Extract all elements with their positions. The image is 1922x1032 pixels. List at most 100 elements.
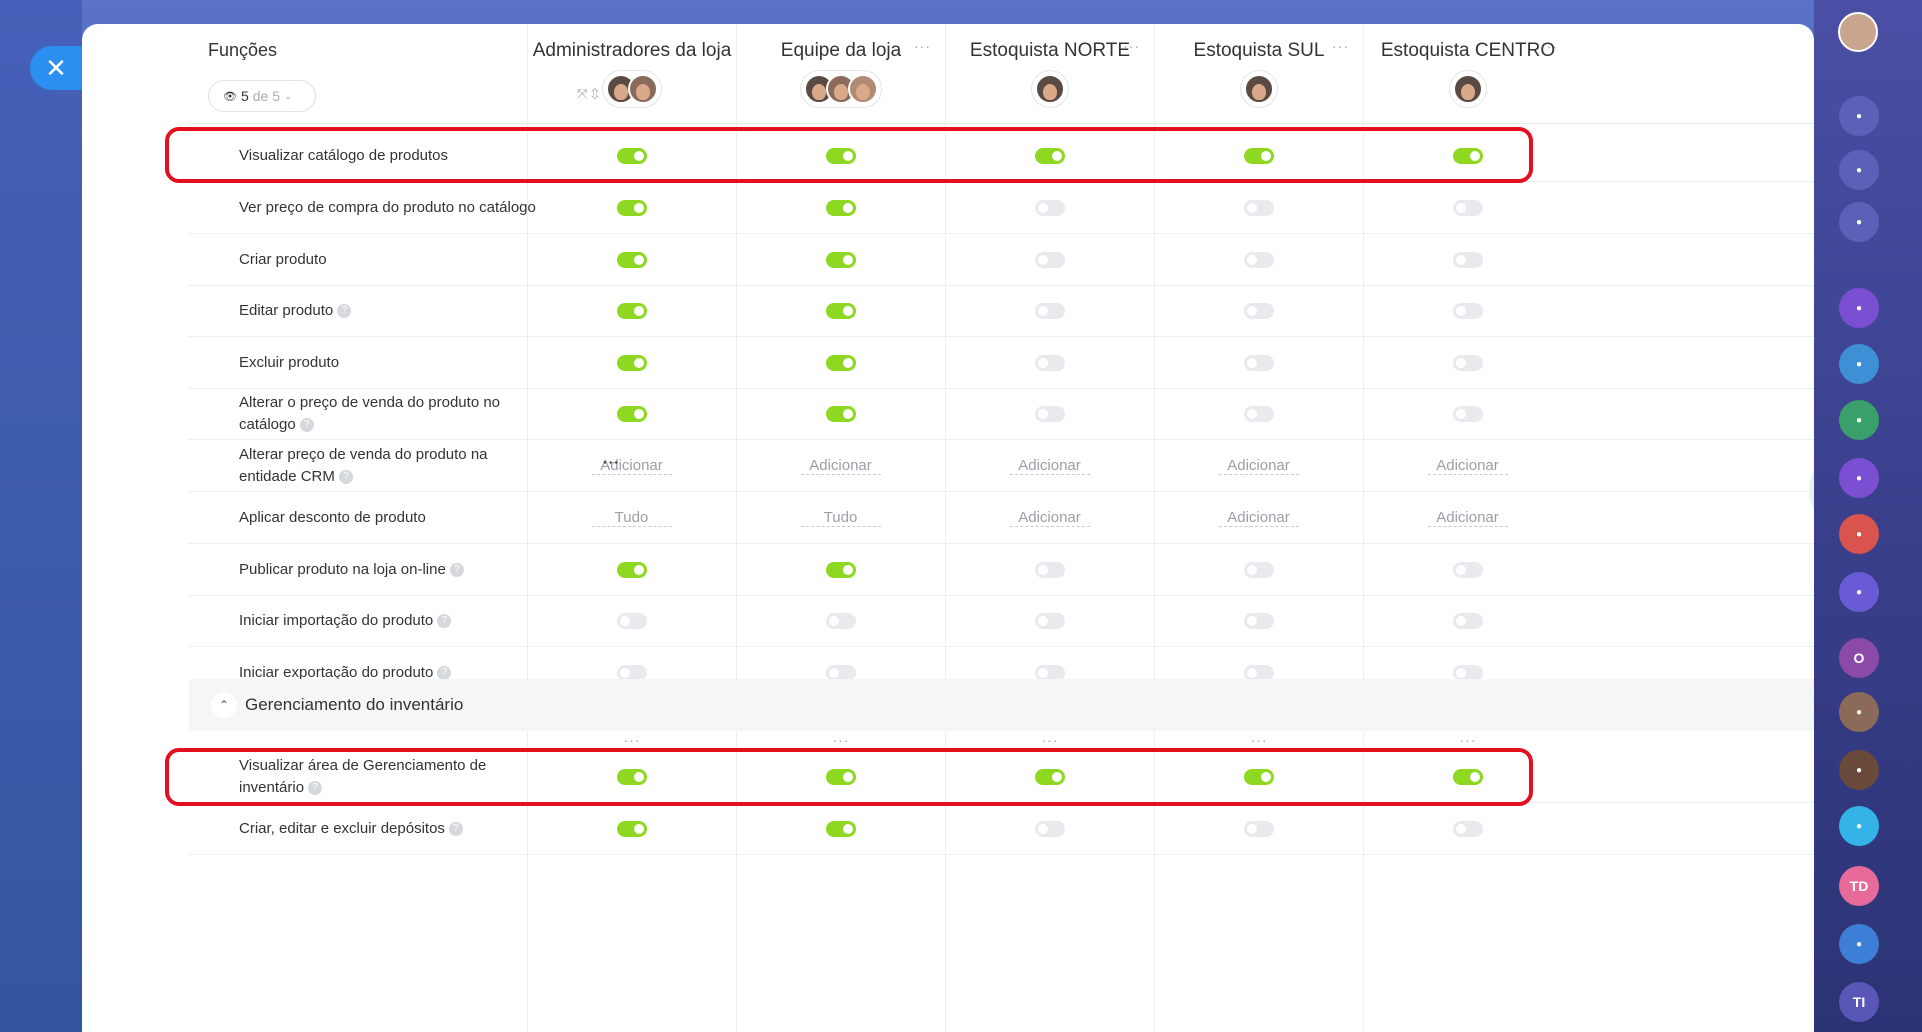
member-avatar: [1035, 74, 1065, 104]
permission-toggle[interactable]: [1243, 562, 1274, 578]
permission-toggle[interactable]: [1243, 406, 1274, 422]
permission-toggle[interactable]: [616, 303, 647, 319]
permission-toggle[interactable]: [1034, 821, 1065, 837]
role-filter[interactable]: 👁 5 de 5 ⌄: [208, 80, 316, 112]
section-column-menu-icon[interactable]: ···: [1460, 732, 1477, 748]
permission-label-text: Alterar o preço de venda do produto no c…: [239, 394, 501, 433]
permission-value-link[interactable]: Tudo: [591, 509, 672, 527]
sidebar-app-button[interactable]: TD: [1839, 866, 1879, 906]
sidebar-app-button[interactable]: ●: [1839, 924, 1879, 964]
permission-label-text: Editar produto: [239, 302, 334, 319]
row-menu-icon[interactable]: ···: [603, 454, 620, 470]
permission-toggle[interactable]: [616, 252, 647, 268]
permission-toggle[interactable]: [825, 200, 856, 216]
permission-label: Ver preço de compra do produto no catálo…: [239, 197, 549, 219]
help-icon[interactable]: ?: [338, 470, 353, 485]
sidebar-app-button[interactable]: ●: [1839, 150, 1879, 190]
permission-toggle[interactable]: [1243, 613, 1274, 629]
help-icon[interactable]: ?: [299, 418, 314, 433]
permission-toggle[interactable]: [1034, 200, 1065, 216]
permission-toggle[interactable]: [1452, 613, 1483, 629]
column-header: Administradores da loja ···: [527, 24, 736, 124]
help-icon[interactable]: ?: [449, 563, 464, 578]
column-header: Estoquista NORTE ···: [945, 24, 1154, 124]
permission-toggle[interactable]: [1452, 406, 1483, 422]
section-column-menu-icon[interactable]: ···: [1042, 732, 1059, 748]
sidebar-app-button[interactable]: TI: [1839, 982, 1879, 1022]
help-icon[interactable]: ?: [437, 666, 452, 681]
permission-toggle[interactable]: [616, 821, 647, 837]
sidebar-app-button[interactable]: ●: [1839, 806, 1879, 846]
permission-toggle[interactable]: [616, 355, 647, 371]
permission-toggle[interactable]: [616, 406, 647, 422]
permission-toggle[interactable]: [1034, 252, 1065, 268]
permission-toggle[interactable]: [825, 406, 856, 422]
ti-icon: TI: [1852, 994, 1866, 1010]
permission-toggle[interactable]: [1452, 252, 1483, 268]
sidebar-app-button[interactable]: ●: [1839, 202, 1879, 242]
target-icon: ●: [1855, 164, 1863, 176]
permission-toggle[interactable]: [825, 821, 856, 837]
help-icon[interactable]: ?: [337, 304, 352, 319]
sidebar-app-button[interactable]: ●: [1839, 514, 1879, 554]
sidebar-app-button[interactable]: ●: [1839, 344, 1879, 384]
permission-toggle[interactable]: [1243, 355, 1274, 371]
permission-label-text: Criar, editar e excluir depósitos: [239, 820, 445, 837]
sidebar-app-button[interactable]: ●: [1839, 400, 1879, 440]
sidebar-app-button[interactable]: ●: [1839, 288, 1879, 328]
permission-value-link[interactable]: Adicionar: [1009, 457, 1090, 475]
permission-toggle[interactable]: [1243, 303, 1274, 319]
user-avatar[interactable]: [1838, 12, 1878, 52]
permission-toggle[interactable]: [1243, 252, 1274, 268]
section-column-menu-icon[interactable]: ···: [833, 732, 850, 748]
permission-toggle[interactable]: [825, 303, 856, 319]
permission-toggle[interactable]: [825, 613, 856, 629]
permission-toggle[interactable]: [1452, 562, 1483, 578]
permission-toggle[interactable]: [1034, 613, 1065, 629]
sidebar-app-button[interactable]: O: [1839, 638, 1879, 678]
permission-toggle[interactable]: [1243, 821, 1274, 837]
help-icon[interactable]: ?: [437, 614, 452, 629]
permission-toggle[interactable]: [616, 562, 647, 578]
close-button[interactable]: ✕: [30, 46, 82, 90]
permission-toggle[interactable]: [1452, 200, 1483, 216]
permission-toggle[interactable]: [825, 252, 856, 268]
permission-toggle[interactable]: [1452, 821, 1483, 837]
section-column-menu-icon[interactable]: ···: [624, 732, 641, 748]
sidebar-app-button[interactable]: ●: [1839, 692, 1879, 732]
permission-value-link[interactable]: Adicionar: [1427, 509, 1508, 527]
column-menu-icon[interactable]: ···: [705, 38, 722, 54]
chevron-up-icon[interactable]: ⌃: [211, 692, 237, 718]
sidebar-app-button[interactable]: ●: [1839, 750, 1879, 790]
permission-toggle[interactable]: [616, 613, 647, 629]
permission-label: Aplicar desconto de produto: [239, 507, 549, 529]
column-menu-icon[interactable]: ···: [1123, 38, 1140, 54]
permission-toggle[interactable]: [1243, 200, 1274, 216]
section-column-menu-icon[interactable]: ···: [1251, 732, 1268, 748]
permission-toggle[interactable]: [616, 200, 647, 216]
permission-toggle[interactable]: [1452, 303, 1483, 319]
sidebar-app-button[interactable]: ●: [1839, 96, 1879, 136]
column-menu-icon[interactable]: ···: [914, 38, 931, 54]
member-avatar: [848, 74, 878, 104]
permission-value-link[interactable]: Adicionar: [1218, 509, 1299, 527]
permission-row: Criar, editar e excluir depósitos?: [189, 803, 1814, 855]
permission-toggle[interactable]: [825, 355, 856, 371]
section-header[interactable]: ⌃ Gerenciamento do inventário: [189, 679, 1814, 731]
help-icon[interactable]: ?: [448, 822, 463, 837]
permission-toggle[interactable]: [1034, 355, 1065, 371]
sidebar-app-button[interactable]: ●: [1839, 458, 1879, 498]
permission-toggle[interactable]: [825, 562, 856, 578]
permission-value-link[interactable]: Adicionar: [1218, 457, 1299, 475]
permission-value-link[interactable]: Tudo: [800, 509, 881, 527]
permission-toggle[interactable]: [1452, 355, 1483, 371]
permission-toggle[interactable]: [1034, 562, 1065, 578]
permission-value-link[interactable]: Adicionar: [1009, 509, 1090, 527]
sidebar-app-button[interactable]: ●: [1839, 572, 1879, 612]
column-menu-icon[interactable]: ···: [1332, 38, 1349, 54]
column-menu-icon[interactable]: ···: [1541, 38, 1558, 54]
permission-value-link[interactable]: Adicionar: [1427, 457, 1508, 475]
permission-toggle[interactable]: [1034, 406, 1065, 422]
permission-value-link[interactable]: Adicionar: [800, 457, 881, 475]
permission-toggle[interactable]: [1034, 303, 1065, 319]
